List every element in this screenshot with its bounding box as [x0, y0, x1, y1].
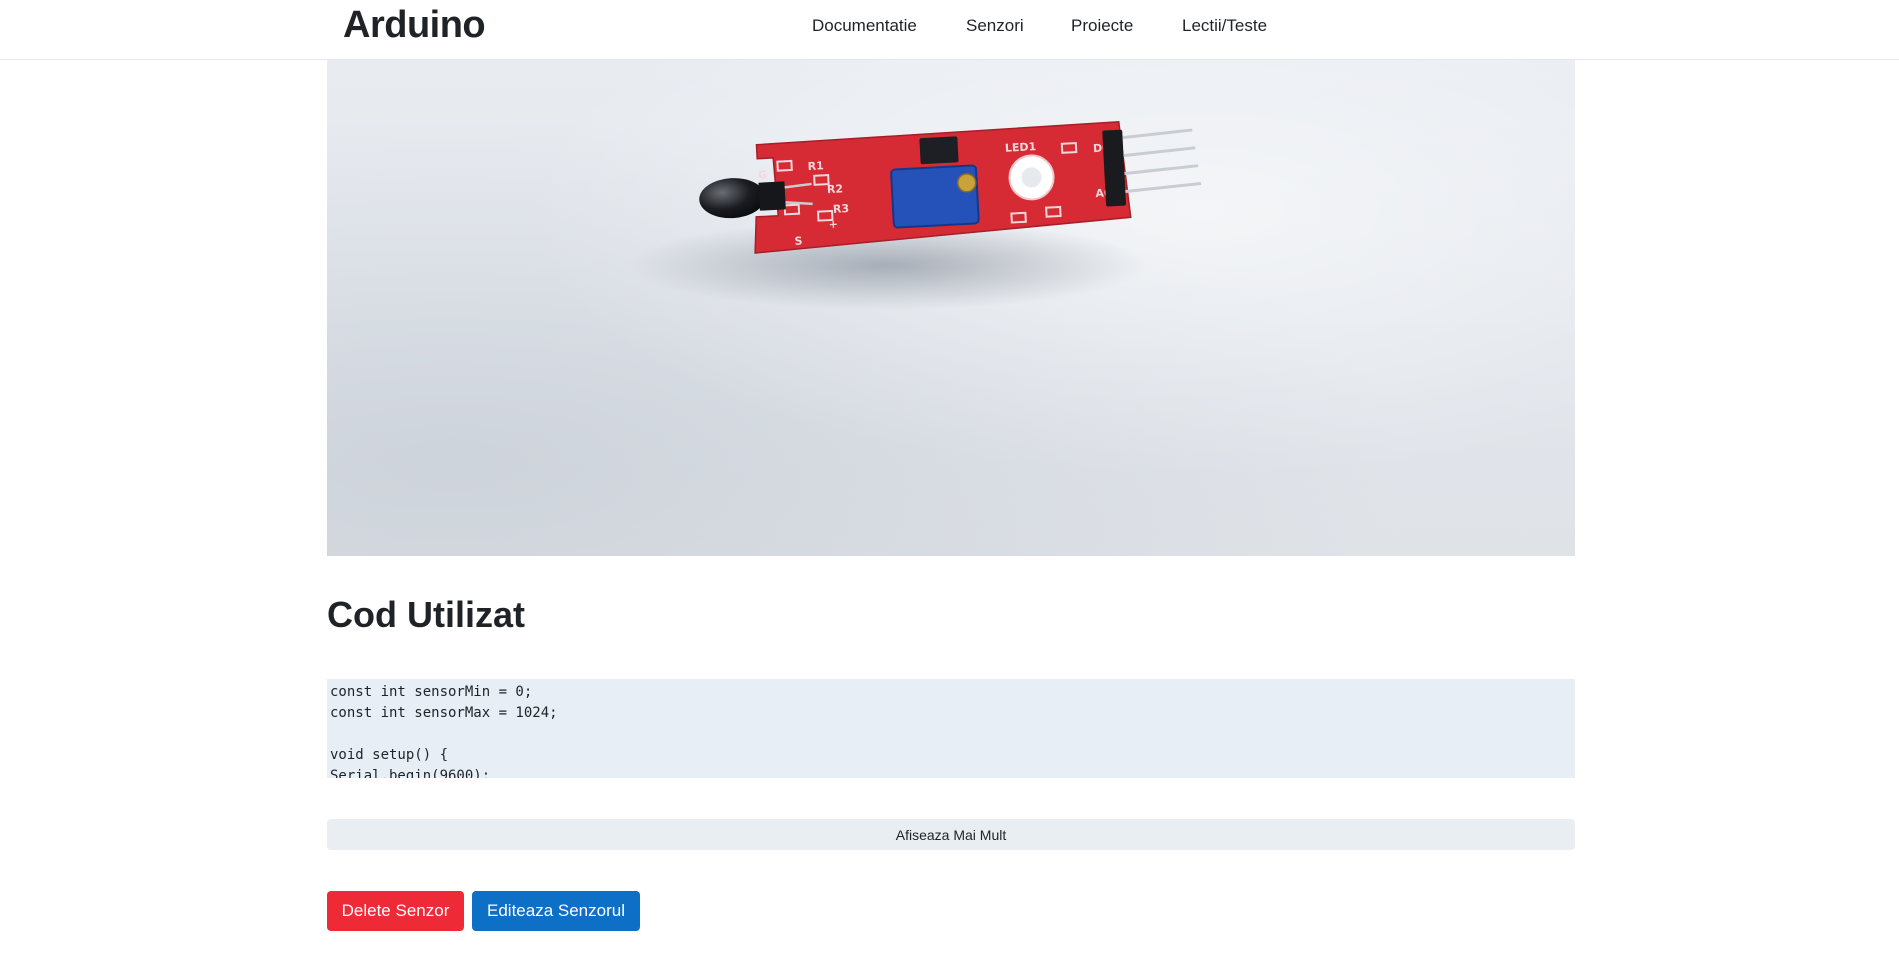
pcb-label-r1: R1 [807, 159, 824, 173]
show-more-button[interactable]: Afiseaza Mai Mult [327, 819, 1575, 850]
flame-sensor-module-image: G R1 R2 R3 + S LED1 DO AO [627, 120, 1202, 310]
pcb-label-plus: + [828, 218, 838, 231]
potentiometer-knob [956, 173, 977, 193]
delete-sensor-button[interactable]: Delete Senzor [327, 891, 464, 931]
header-pins [1102, 128, 1202, 207]
pcb-label-r2: R2 [827, 182, 844, 196]
nav-link-lectii-teste[interactable]: Lectii/Teste [1182, 16, 1267, 36]
code-block: const int sensorMin = 0; const int senso… [327, 679, 1575, 778]
brand-logo[interactable]: Arduino [343, 4, 486, 47]
flame-led-dome [699, 178, 766, 219]
sensor-photo: G R1 R2 R3 + S LED1 DO AO [327, 60, 1575, 556]
section-title-cod-utilizat: Cod Utilizat [327, 594, 525, 635]
edit-sensor-button[interactable]: Editeaza Senzorul [472, 891, 640, 931]
top-navbar: Arduino Documentatie Senzori Proiecte Le… [0, 0, 1899, 60]
pcb-board: G R1 R2 R3 + S LED1 DO AO [699, 120, 1202, 254]
pcb-label-g: G [758, 168, 768, 181]
pcb-label-r3: R3 [833, 202, 850, 216]
nav-link-proiecte[interactable]: Proiecte [1071, 16, 1133, 36]
nav-link-senzori[interactable]: Senzori [966, 16, 1024, 36]
ic-chip [919, 136, 959, 165]
pcb-label-s: S [794, 234, 803, 247]
pcb-label-led1: LED1 [1005, 140, 1037, 155]
flame-led-base [758, 181, 786, 211]
potentiometer [890, 164, 980, 229]
code-text: const int sensorMin = 0; const int senso… [330, 684, 558, 778]
nav-link-documentatie[interactable]: Documentatie [812, 16, 917, 36]
